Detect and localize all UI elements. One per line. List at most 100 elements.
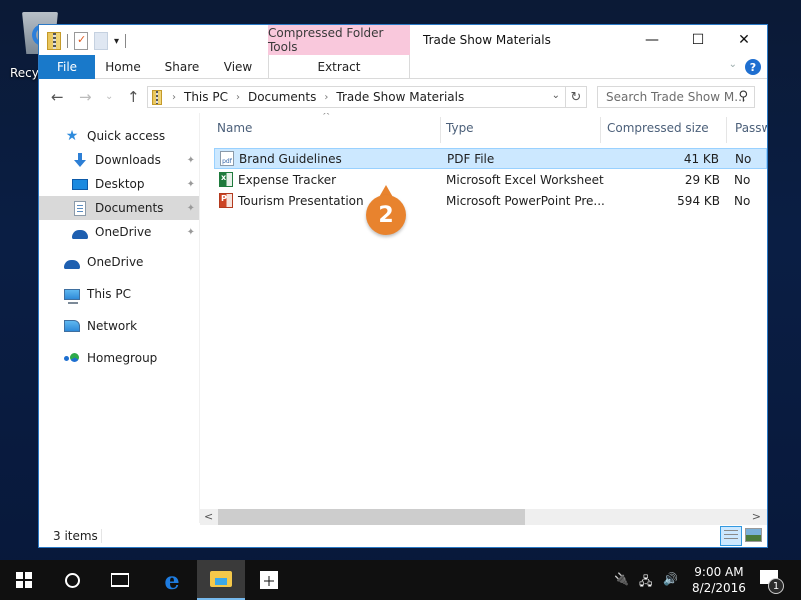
cortana-icon xyxy=(64,572,80,588)
nav-item-onedrive[interactable]: OneDrive xyxy=(39,250,199,274)
maximize-button[interactable]: ☐ xyxy=(675,25,721,55)
store-icon xyxy=(260,571,278,589)
column-header-type[interactable]: Type xyxy=(429,113,589,143)
download-icon xyxy=(71,151,89,169)
store-button[interactable] xyxy=(245,560,293,600)
address-history-dropdown[interactable]: ⌄ xyxy=(552,90,560,101)
file-explorer-taskbar-button[interactable] xyxy=(197,560,245,600)
properties-button[interactable] xyxy=(74,32,88,50)
window-title: Trade Show Materials xyxy=(423,33,551,47)
breadcrumb-documents[interactable]: Documents xyxy=(248,90,316,104)
nav-item-label: Desktop xyxy=(95,177,145,191)
computer-icon xyxy=(63,285,81,304)
new-folder-button[interactable] xyxy=(94,32,108,50)
zip-folder-icon xyxy=(152,89,162,105)
search-icon[interactable]: ⚲ xyxy=(738,89,748,104)
file-password: No xyxy=(734,194,751,208)
nav-item-homegroup[interactable]: Homegroup xyxy=(39,346,199,370)
nav-item-label: Documents xyxy=(95,201,164,215)
file-type: Microsoft Excel Worksheet xyxy=(446,173,604,187)
step-number-badge: 2 xyxy=(366,195,406,235)
expand-ribbon-icon[interactable]: ⌄ xyxy=(729,59,737,70)
column-header-compressed-size[interactable]: Compressed size xyxy=(590,113,720,143)
file-size: 594 KB xyxy=(677,194,720,208)
zip-folder-icon xyxy=(47,32,61,50)
column-header-password[interactable]: Passw xyxy=(718,113,767,143)
tab-view[interactable]: View xyxy=(213,55,263,79)
address-bar[interactable]: › This PC › Documents › Trade Show Mater… xyxy=(147,86,587,108)
close-button[interactable]: ✕ xyxy=(721,25,767,55)
file-type: PDF File xyxy=(447,152,495,166)
onedrive-icon xyxy=(63,253,81,271)
column-header-name[interactable]: Name xyxy=(200,113,440,143)
quick-access-toolbar: ▾ xyxy=(47,31,127,51)
scroll-left-button[interactable]: < xyxy=(204,510,213,523)
edge-icon: e xyxy=(164,565,180,595)
nav-item-this-pc[interactable]: This PC xyxy=(39,282,199,306)
search-input[interactable]: Search Trade Show M... ⚲ xyxy=(597,86,755,108)
minimize-button[interactable]: — xyxy=(629,25,675,55)
nav-item-label: OneDrive xyxy=(87,255,144,269)
star-icon: ★ xyxy=(65,128,79,144)
file-row-brand-guidelines[interactable]: pdf Brand Guidelines PDF File 41 KB No xyxy=(214,148,767,169)
scroll-right-button[interactable]: > xyxy=(752,510,761,523)
details-view-button[interactable] xyxy=(720,526,742,546)
tab-home[interactable]: Home xyxy=(97,55,149,79)
address-row: ← → ⌄ ↑ › This PC › Documents › Trade Sh… xyxy=(39,81,767,113)
help-icon[interactable]: ? xyxy=(745,59,761,75)
nav-item-label: Downloads xyxy=(95,153,161,167)
nav-item-onedrive-pinned[interactable]: OneDrive ✦ xyxy=(39,220,199,244)
desktop-icon xyxy=(71,175,89,193)
nav-item-downloads[interactable]: Downloads ✦ xyxy=(39,148,199,172)
task-view-button[interactable] xyxy=(96,560,144,600)
scrollbar-thumb[interactable] xyxy=(218,509,525,525)
breadcrumb-separator-icon: › xyxy=(324,91,329,103)
pin-icon: ✦ xyxy=(186,202,195,214)
file-row-expense-tracker[interactable]: x Expense Tracker Microsoft Excel Worksh… xyxy=(214,170,767,191)
tab-extract[interactable]: Extract xyxy=(268,55,410,79)
nav-item-network[interactable]: Network xyxy=(39,314,199,338)
nav-item-label: Network xyxy=(87,319,138,333)
power-icon[interactable]: 🔌 xyxy=(614,572,629,586)
recent-locations-button[interactable]: ⌄ xyxy=(105,91,113,102)
item-count: 3 items xyxy=(53,529,98,543)
breadcrumb-this-pc[interactable]: This PC xyxy=(184,90,228,104)
up-button[interactable]: ↑ xyxy=(127,88,140,106)
file-password: No xyxy=(735,152,752,166)
onedrive-icon xyxy=(71,223,89,241)
nav-item-desktop[interactable]: Desktop ✦ xyxy=(39,172,199,196)
customize-toolbar-dropdown[interactable]: ▾ xyxy=(114,36,119,47)
search-placeholder: Search Trade Show M... xyxy=(606,90,746,104)
toolbar-divider xyxy=(67,34,68,48)
network-status-icon[interactable]: 🖧 xyxy=(639,572,652,593)
refresh-button[interactable]: ↻ xyxy=(565,86,587,108)
tab-share[interactable]: Share xyxy=(155,55,209,79)
toolbar-divider xyxy=(125,34,127,48)
back-button[interactable]: ← xyxy=(51,88,64,106)
clock[interactable]: 9:00 AM 8/2/2016 xyxy=(692,564,746,596)
tab-file[interactable]: File xyxy=(39,55,95,79)
clock-date: 8/2/2016 xyxy=(692,581,746,595)
edge-button[interactable]: e xyxy=(148,560,196,600)
file-size: 41 KB xyxy=(683,152,719,166)
cortana-button[interactable] xyxy=(48,560,96,600)
nav-item-label: Quick access xyxy=(87,129,166,143)
network-icon xyxy=(63,317,81,335)
start-button[interactable] xyxy=(0,560,48,600)
clock-time: 9:00 AM xyxy=(694,565,744,579)
file-explorer-icon xyxy=(210,571,232,587)
nav-item-label: This PC xyxy=(87,287,131,301)
navigation-pane: ★ Quick access Downloads ✦ Desktop ✦ Doc… xyxy=(39,113,199,523)
file-name: Expense Tracker xyxy=(238,173,337,187)
documents-icon xyxy=(71,199,89,217)
volume-icon[interactable]: 🔊 xyxy=(663,572,678,586)
nav-item-documents[interactable]: Documents ✦ xyxy=(39,196,199,220)
taskbar: e 🔌 🖧 🔊 9:00 AM 8/2/2016 1 xyxy=(0,560,801,600)
nav-item-quick-access[interactable]: ★ Quick access xyxy=(39,124,199,148)
horizontal-scrollbar[interactable]: < > xyxy=(200,509,767,525)
large-icons-view-button[interactable] xyxy=(745,528,762,542)
nav-item-label: OneDrive xyxy=(95,225,152,239)
forward-button[interactable]: → xyxy=(79,88,92,106)
breadcrumb-trade-show-materials[interactable]: Trade Show Materials xyxy=(336,90,464,104)
file-row-tourism-presentation[interactable]: P Tourism Presentation Microsoft PowerPo… xyxy=(214,191,767,212)
